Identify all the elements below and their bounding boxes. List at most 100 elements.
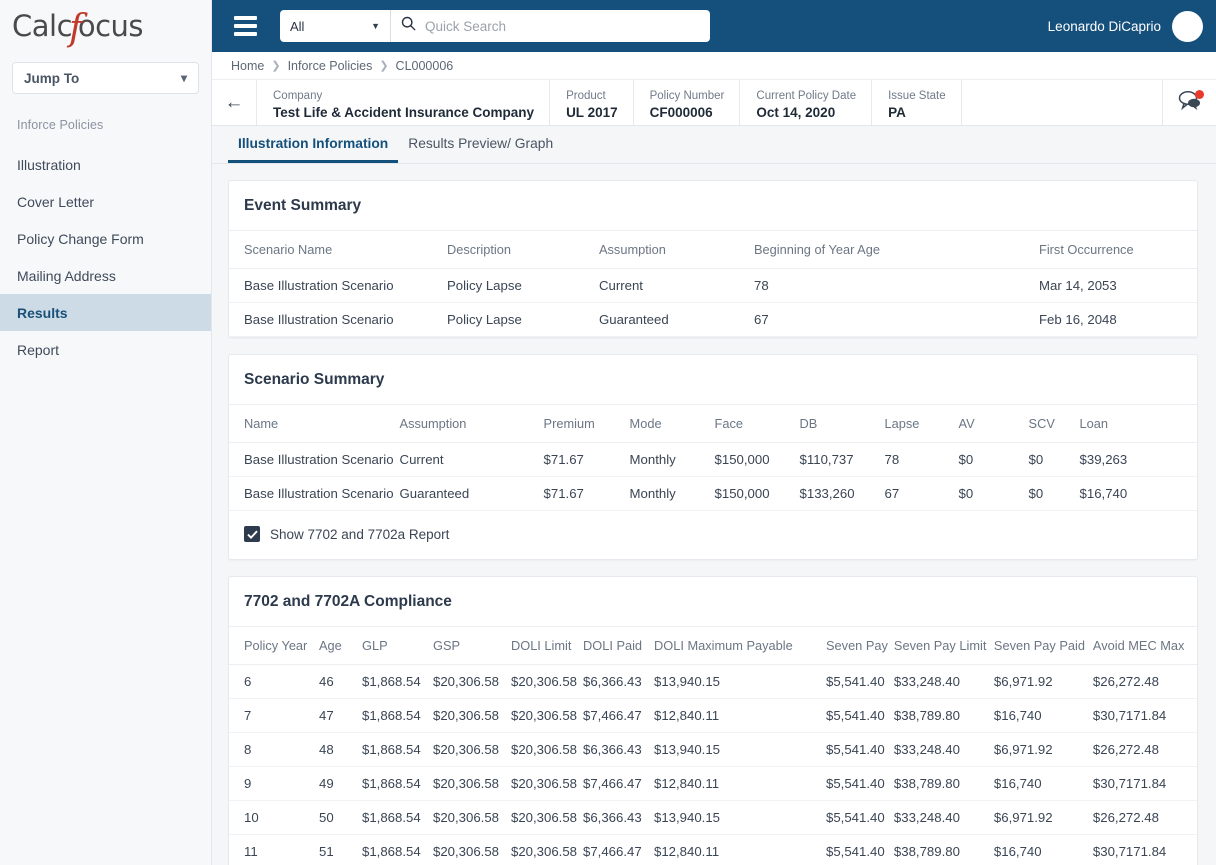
cell: 10 [229, 800, 319, 835]
cell: $1,868.54 [362, 800, 433, 835]
sidebar-item-label: Illustration [17, 156, 81, 173]
field-label: Policy Number [649, 89, 725, 102]
cell: $20,306.58 [511, 800, 584, 835]
column-header: Premium [543, 405, 630, 443]
cell: 11 [229, 834, 319, 865]
cell: $20,306.58 [511, 732, 584, 767]
cell: $71.67 [543, 442, 630, 477]
cell: Base Illustration Scenario [229, 302, 447, 337]
column-header: Beginning of Year Age [754, 231, 1039, 269]
logo-text-f: f [69, 7, 82, 49]
tab-illustration-information[interactable]: Illustration Information [228, 126, 399, 163]
cell: $1,868.54 [362, 766, 433, 801]
policy-field-policy-number: Policy Number CF000006 [632, 80, 740, 125]
tab-label: Results Preview/ Graph [408, 136, 554, 151]
cell: $0 [1028, 476, 1080, 511]
sidebar: Calc f ocus Jump To ▾ Inforce Policies Ill… [0, 0, 212, 865]
column-header: GLP [362, 627, 433, 665]
cell: 48 [319, 732, 362, 767]
field-label: Issue State [888, 89, 946, 102]
search-icon [401, 16, 416, 36]
cell: $150,000 [714, 476, 800, 511]
tab-label: Illustration Information [238, 136, 389, 151]
hamburger-menu-icon[interactable] [222, 16, 268, 36]
table-header-row: Name Assumption Premium Mode Face DB Lap… [229, 405, 1197, 443]
cell: $20,306.58 [433, 732, 511, 767]
cell: $6,971.92 [993, 664, 1093, 699]
table-row: Base Illustration Scenario Policy Lapse … [229, 302, 1197, 337]
breadcrumb-item-inforce-policies[interactable]: Inforce Policies [288, 59, 373, 73]
column-header: Name [229, 405, 400, 443]
cell: $16,740 [1079, 476, 1197, 511]
avatar[interactable] [1172, 10, 1203, 42]
card-7702-compliance: 7702 and 7702A Compliance Policy Year Ag… [228, 576, 1198, 865]
search-input[interactable] [425, 18, 700, 34]
show-7702-report-checkbox[interactable] [244, 526, 260, 542]
cell: Base Illustration Scenario [229, 476, 400, 511]
tab-results-preview-graph[interactable]: Results Preview/ Graph [398, 126, 563, 163]
column-header: DOLI Limit [511, 627, 584, 665]
jump-to-select[interactable]: Jump To ▾ [12, 62, 199, 94]
cell: $30,7171.84 [1092, 698, 1197, 733]
cell: 51 [319, 834, 362, 865]
sidebar-item-mailing-address[interactable]: Mailing Address [0, 257, 211, 294]
field-value: CF000006 [649, 104, 713, 120]
cell: $26,272.48 [1092, 800, 1197, 835]
table-header-row: Policy Year Age GLP GSP DOLI Limit DOLI … [229, 627, 1197, 665]
column-header: DOLI Maximum Payable [654, 627, 827, 665]
cell: Policy Lapse [447, 302, 599, 337]
cell: $38,789.80 [893, 834, 994, 865]
cell: 67 [884, 476, 959, 511]
cell: 8 [229, 732, 319, 767]
cell: $33,248.40 [893, 664, 994, 699]
cell: $5,541.40 [826, 834, 894, 865]
sidebar-item-cover-letter[interactable]: Cover Letter [0, 183, 211, 220]
sidebar-item-policy-change-form[interactable]: Policy Change Form [0, 220, 211, 257]
cell: $7,466.47 [583, 698, 655, 733]
column-header: Face [714, 405, 800, 443]
cell: 49 [319, 766, 362, 801]
cell: $26,272.48 [1092, 664, 1197, 699]
compliance-title: 7702 and 7702A Compliance [229, 577, 1197, 627]
event-summary-title: Event Summary [229, 181, 1197, 231]
back-arrow-icon[interactable]: ← [212, 80, 256, 125]
breadcrumb-item-current: CL000006 [395, 58, 454, 73]
cell: Monthly [629, 442, 715, 477]
column-header: Assumption [599, 231, 754, 269]
table-row: Base Illustration Scenario Policy Lapse … [229, 268, 1197, 303]
cell: $1,868.54 [362, 834, 433, 865]
search-scope-select[interactable]: All ▼ [280, 10, 390, 42]
breadcrumb-item-home[interactable]: Home [231, 59, 264, 73]
cell: $5,541.40 [826, 664, 894, 699]
cell: $39,263 [1079, 442, 1197, 477]
column-header: AV [958, 405, 1029, 443]
cell: Current [599, 268, 754, 303]
cell: $20,306.58 [433, 834, 511, 865]
sidebar-item-label: Mailing Address [17, 267, 116, 284]
comments-button[interactable] [1162, 80, 1216, 125]
sidebar-item-report[interactable]: Report [0, 331, 211, 368]
cell: $20,306.58 [511, 834, 584, 865]
cell: $20,306.58 [511, 766, 584, 801]
column-header: Lapse [884, 405, 959, 443]
app-logo[interactable]: Calc f ocus [0, 0, 211, 52]
cell: $6,366.43 [583, 732, 655, 767]
cell: $20,306.58 [433, 664, 511, 699]
cell: 46 [319, 664, 362, 699]
cell: $20,306.58 [433, 698, 511, 733]
cell: $5,541.40 [826, 766, 894, 801]
cell: $1,868.54 [362, 732, 433, 767]
sidebar-item-results[interactable]: Results [0, 294, 211, 331]
policy-bar-spacer [960, 80, 1162, 125]
policy-field-issue-state: Issue State PA [871, 80, 961, 125]
user-area: Leonardo DiCaprio [1048, 10, 1216, 42]
cell: Base Illustration Scenario [229, 268, 447, 303]
sidebar-item-illustration[interactable]: Illustration [0, 146, 211, 183]
field-label: Current Policy Date [756, 89, 857, 102]
cell: 9 [229, 766, 319, 801]
cell: $38,789.80 [893, 698, 994, 733]
top-navigation-bar: All ▼ Leonardo DiCaprio [212, 0, 1216, 52]
table-row: 6 46 $1,868.54 $20,306.58 $20,306.58 $6,366.4… [229, 664, 1197, 699]
cell: $5,541.40 [826, 732, 894, 767]
column-header: SCV [1028, 405, 1080, 443]
